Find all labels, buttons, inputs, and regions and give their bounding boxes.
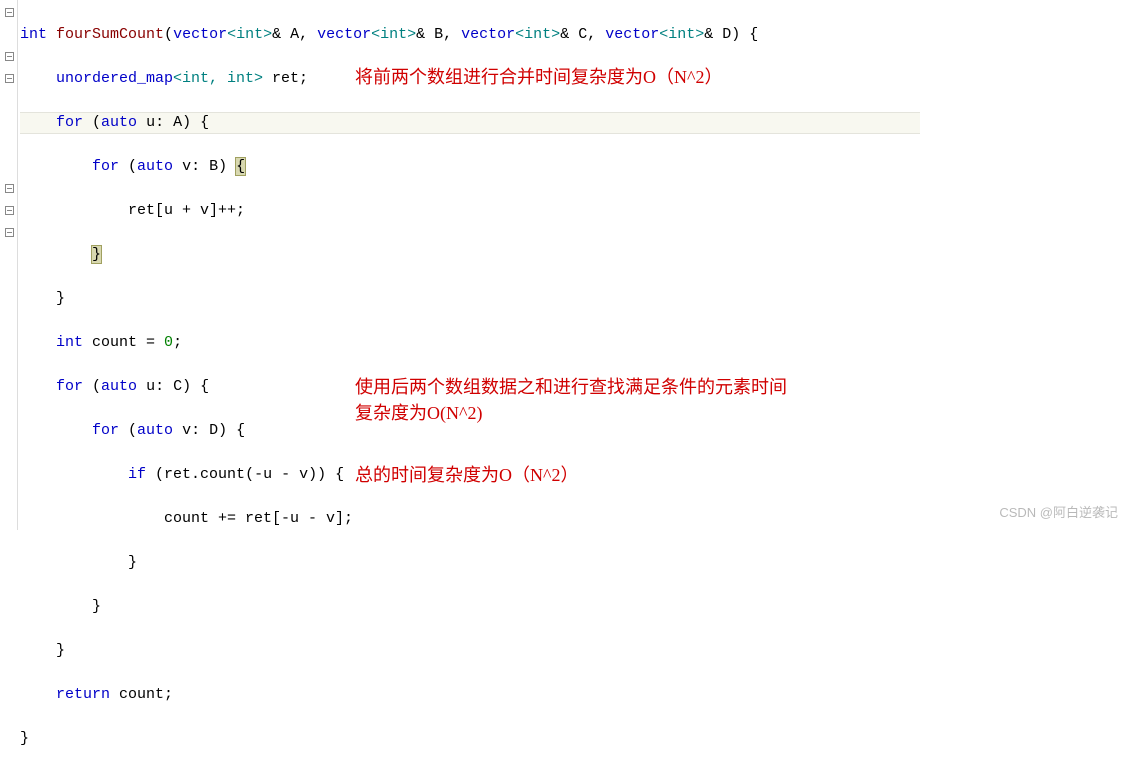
- code-line: ret[u + v]++;: [20, 200, 758, 222]
- code-line: }: [20, 596, 758, 618]
- code-line: return count;: [20, 684, 758, 706]
- fold-handle[interactable]: [5, 206, 14, 215]
- code-line: count += ret[-u - v];: [20, 508, 758, 530]
- code-line: }: [20, 288, 758, 310]
- code-fold-gutter: [0, 0, 18, 530]
- annotation-3: 总的时间复杂度为O（N^2）: [355, 462, 795, 488]
- code-line: }: [20, 640, 758, 662]
- code-line: int fourSumCount(vector<int>& A, vector<…: [20, 24, 758, 46]
- code-line: for (auto u: A) {: [20, 112, 758, 134]
- annotation-2: 使用后两个数组数据之和进行查找满足条件的元素时间复杂度为O(N^2): [355, 374, 795, 426]
- annotation-1: 将前两个数组进行合并时间复杂度为O（N^2）: [355, 64, 875, 90]
- fold-handle[interactable]: [5, 184, 14, 193]
- code-line: }: [20, 244, 758, 266]
- fold-handle[interactable]: [5, 8, 14, 17]
- code-line: int count = 0;: [20, 332, 758, 354]
- watermark: CSDN @阿白逆袭记: [999, 502, 1118, 524]
- fold-handle[interactable]: [5, 52, 14, 61]
- code-line: }: [20, 728, 758, 750]
- fold-handle[interactable]: [5, 74, 14, 83]
- code-line: }: [20, 552, 758, 574]
- fold-handle[interactable]: [5, 228, 14, 237]
- matched-brace-close: }: [92, 246, 101, 263]
- code-line: for (auto v: B) {: [20, 156, 758, 178]
- matched-brace-open: {: [236, 158, 245, 175]
